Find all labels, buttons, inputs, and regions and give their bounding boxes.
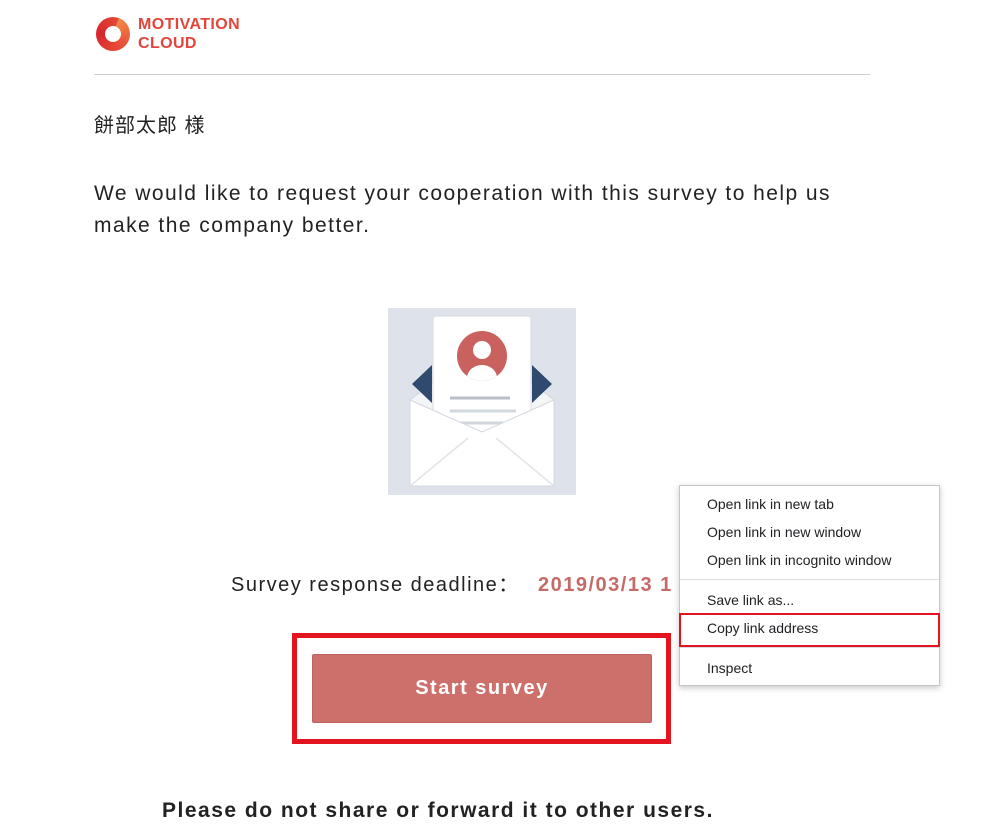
menu-item-open-new-window[interactable]: Open link in new window bbox=[680, 518, 939, 546]
deadline-label: Survey response deadline： bbox=[231, 574, 520, 596]
header-divider bbox=[94, 74, 870, 75]
menu-item-open-incognito[interactable]: Open link in incognito window bbox=[680, 546, 939, 574]
copy-link-highlight-box bbox=[679, 613, 940, 647]
logo-line-1: MOTIVATION bbox=[138, 16, 241, 33]
logo-ring-icon bbox=[96, 17, 130, 51]
request-message: We would like to request your cooperatio… bbox=[94, 182, 831, 237]
menu-item-open-new-tab[interactable]: Open link in new tab bbox=[680, 490, 939, 518]
illustration-svg bbox=[388, 308, 576, 495]
avatar-head-icon bbox=[473, 341, 491, 359]
do-not-share-notice: Please do not share or forward it to oth… bbox=[162, 799, 714, 822]
menu-item-save-link-as[interactable]: Save link as... bbox=[680, 586, 939, 614]
recipient-greeting: 餅部太郎 様 bbox=[94, 115, 206, 137]
envelope-letter-illustration bbox=[388, 308, 576, 495]
logo-wordmark: MOTIVATION CLOUD bbox=[138, 15, 240, 53]
logo-line-2: CLOUD bbox=[138, 35, 197, 52]
menu-item-inspect[interactable]: Inspect bbox=[680, 654, 939, 682]
logo-ring-hole bbox=[105, 26, 121, 42]
menu-separator bbox=[680, 574, 939, 586]
start-survey-button[interactable]: Start survey bbox=[312, 654, 652, 723]
deadline-value: 2019/03/13 1 bbox=[538, 574, 673, 596]
context-menu: Open link in new tab Open link in new wi… bbox=[679, 485, 940, 686]
